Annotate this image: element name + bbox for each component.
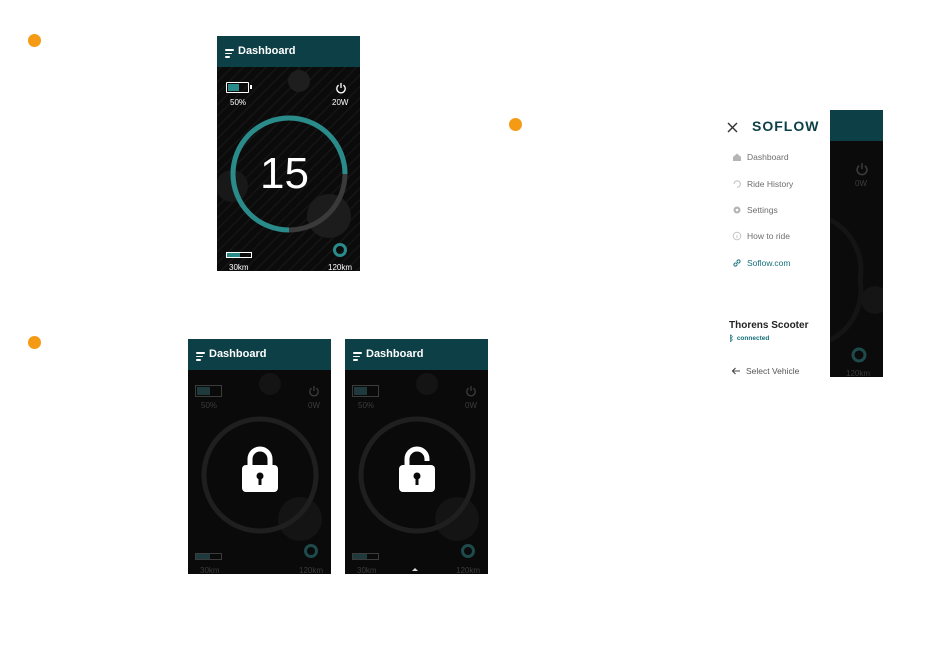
header-title: Dashboard: [238, 45, 296, 57]
range-icon: [333, 243, 347, 257]
close-icon[interactable]: [727, 120, 738, 133]
range-label: 120km: [328, 263, 353, 271]
vehicle-status-label: connected: [736, 335, 770, 342]
drawer-item-label: How to ride: [747, 231, 790, 241]
range-icon: [461, 544, 475, 558]
range-icon: [851, 347, 867, 363]
power-icon: [336, 83, 346, 94]
range-label: 120km: [846, 369, 871, 377]
menu-icon[interactable]: [353, 352, 362, 363]
distance-bar: [352, 553, 379, 560]
distance-label: 30km: [357, 566, 377, 574]
drawer-item-label: Dashboard: [747, 152, 789, 162]
header-title: Dashboard: [209, 348, 267, 360]
power-icon: [309, 386, 319, 397]
menu-icon[interactable]: [196, 352, 205, 363]
chevron-up-icon[interactable]: [412, 568, 418, 571]
lock-closed-icon[interactable]: [241, 445, 279, 493]
battery-icon: [195, 385, 222, 397]
battery-icon: [352, 385, 379, 397]
battery-label: 50%: [230, 98, 247, 107]
battery-label: 50%: [201, 401, 218, 410]
app-header: [830, 110, 883, 141]
history-icon: [733, 180, 741, 188]
menu-icon[interactable]: [225, 49, 234, 60]
dashboard-screen-locked: Dashboard 50% 0W 30km 120km: [188, 339, 331, 574]
battery-label: 50%: [358, 401, 375, 410]
range-icon: [304, 544, 318, 558]
drawer-item-dashboard[interactable]: Dashboard: [732, 150, 789, 164]
select-vehicle-button[interactable]: Select Vehicle: [731, 364, 799, 378]
vehicle-status: ᛒ connected: [729, 334, 769, 343]
app-header: Dashboard: [217, 36, 360, 67]
gear-icon: [733, 206, 741, 214]
distance-label: 30km: [200, 566, 220, 574]
drawer-item-label: Settings: [747, 205, 778, 215]
drawer-item-label: Ride History: [747, 179, 794, 189]
app-header: Dashboard: [345, 339, 488, 370]
step-marker-2: [28, 336, 41, 349]
drawer-item-label: Soflow.com: [747, 258, 791, 268]
vehicle-name: Thorens Scooter: [729, 320, 809, 331]
home-icon: [733, 153, 741, 161]
distance-bar: [195, 553, 222, 560]
distance-bar: [226, 252, 252, 258]
drawer-item-how-to-ride[interactable]: How to ride: [732, 229, 790, 243]
power-label: 0W: [308, 401, 320, 410]
navigation-drawer: SOFLOW Dashboard Ride History Settings H…: [712, 110, 830, 377]
power-label: 0W: [855, 179, 867, 188]
distance-label: 30km: [229, 263, 249, 271]
step-marker-3: [509, 118, 522, 131]
drawer-item-settings[interactable]: Settings: [732, 203, 778, 217]
dashboard-screen-unlocked: Dashboard 50% 0W 30km 120km: [345, 339, 488, 574]
dashboard-behind-drawer: 0W 120km: [830, 110, 883, 377]
background-pattern: [830, 110, 883, 377]
speed-value: 15: [260, 149, 309, 198]
info-icon: [732, 231, 742, 241]
power-label: 20W: [332, 98, 349, 107]
range-label: 120km: [299, 566, 324, 574]
step-marker-1: [28, 34, 41, 47]
app-header: Dashboard: [188, 339, 331, 370]
drawer-item-soflow-link[interactable]: Soflow.com: [732, 256, 790, 270]
link-icon: [733, 259, 741, 267]
dashboard-screen-speed: Dashboard 50% 20W 15 30km 120km: [217, 36, 360, 271]
drawer-item-ride-history[interactable]: Ride History: [732, 177, 793, 191]
select-vehicle-label: Select Vehicle: [746, 366, 800, 376]
power-icon: [466, 386, 476, 397]
bluetooth-icon: ᛒ: [729, 334, 734, 343]
arrow-left-icon: [731, 367, 740, 375]
battery-icon: [226, 82, 252, 93]
header-title: Dashboard: [366, 348, 424, 360]
range-label: 120km: [456, 566, 481, 574]
power-icon: [856, 163, 868, 176]
lock-open-icon[interactable]: [398, 445, 436, 493]
power-label: 0W: [465, 401, 477, 410]
brand-logo: SOFLOW: [752, 118, 820, 134]
